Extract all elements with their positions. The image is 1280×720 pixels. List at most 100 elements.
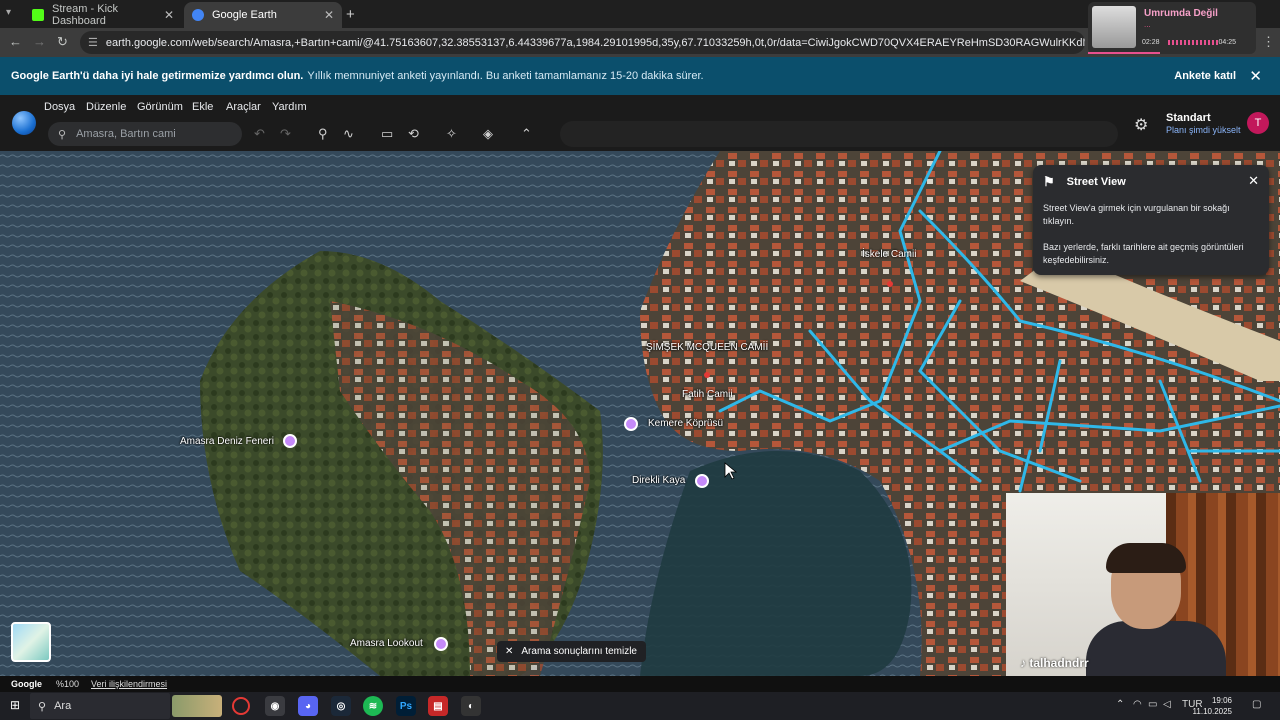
app-icon[interactable]: ▤ <box>428 696 448 716</box>
gear-icon[interactable]: ⚙ <box>1134 115 1148 135</box>
new-tab-icon[interactable]: + <box>346 6 355 23</box>
history-icon[interactable]: ⟲ <box>408 126 419 142</box>
network-icon[interactable]: ◠ <box>1133 699 1142 710</box>
avatar[interactable]: T <box>1247 112 1269 134</box>
poi-pin-icon[interactable] <box>283 434 297 448</box>
redo-icon[interactable]: ↷ <box>280 126 291 142</box>
survey-banner: Google Earth'ü daha iyi hale getirmemize… <box>0 57 1280 95</box>
close-tab-icon[interactable]: ✕ <box>324 8 334 22</box>
tab-search-icon[interactable]: ▾ <box>6 7 11 18</box>
media-popup[interactable]: Umrumda Değil ... 02:28 04:25 <box>1088 2 1256 54</box>
tab-google-earth[interactable]: Google Earth ✕ <box>184 2 342 28</box>
map-label-simsek-mcqueen-camii[interactable]: ŞİMŞEK MCQUEEN CAMİİ <box>646 342 768 353</box>
header-spacer <box>560 121 1118 147</box>
map-label-amasra-lookout[interactable]: Amasra Lookout <box>350 638 423 649</box>
close-icon[interactable]: ✕ <box>1249 67 1262 85</box>
tiktok-icon: ♪ <box>1020 656 1030 670</box>
search-icon: ⚲ <box>58 128 67 141</box>
opera-icon[interactable] <box>232 697 250 715</box>
battery-icon[interactable]: ▭ <box>1148 699 1157 710</box>
menu-edit[interactable]: Düzenle <box>86 101 126 113</box>
back-arrow-icon[interactable]: ← <box>9 34 22 49</box>
tray-overflow-icon[interactable]: ⌃ <box>1116 699 1124 710</box>
layers-icon[interactable]: ◈ <box>483 126 493 142</box>
kick-favicon-icon <box>32 9 44 21</box>
weather-widget[interactable] <box>172 695 222 717</box>
undo-icon[interactable]: ↶ <box>254 126 265 142</box>
menu-help[interactable]: Yardım <box>272 101 307 113</box>
reload-icon[interactable]: ↻ <box>57 34 68 50</box>
tab-title: Stream - Kick Dashboard <box>52 3 119 27</box>
tab-kick-dashboard[interactable]: Stream - Kick Dashboard ✕ <box>24 2 182 28</box>
upgrade-plan-link[interactable]: Planı şimdi yükselt <box>1166 125 1241 135</box>
taskbar-clock[interactable]: 19:06 11.10.2025 <box>1193 695 1232 717</box>
album-art <box>1092 6 1136 48</box>
url-field[interactable]: ☰ earth.google.com/web/search/Amasra,+Ba… <box>80 31 1085 54</box>
search-icon: ⚲ <box>38 700 47 713</box>
google-logo: Google <box>11 679 42 689</box>
tiktok-handle: ♪ talhadndrr <box>1020 656 1089 670</box>
discord-icon[interactable]: ◕ <box>298 696 318 716</box>
clock-date: 11.10.2025 <box>1192 707 1232 716</box>
steam-icon[interactable]: ◎ <box>331 696 351 716</box>
poi-pin-icon[interactable] <box>624 417 638 431</box>
chrome-icon[interactable]: ◉ <box>265 696 285 716</box>
tab-title: Google Earth <box>212 9 277 21</box>
media-time-current: 02:28 <box>1142 39 1160 46</box>
media-subtitle: ... <box>1144 20 1151 29</box>
obs-icon[interactable]: ◐ <box>461 696 481 716</box>
collapse-icon[interactable]: ⌃ <box>521 126 532 142</box>
street-view-hint: Street View'a girmek için vurgulanan bir… <box>1043 203 1230 226</box>
data-attribution-link[interactable]: Veri ilişkilendirmesi <box>91 679 167 689</box>
banner-text: Yıllık memnuniyet anketi yayınlandı. Bu … <box>307 70 704 82</box>
media-progress <box>1088 52 1160 54</box>
map-label-amasra-deniz-feneri[interactable]: Amasra Deniz Feneri <box>180 436 274 447</box>
taskbar-search[interactable]: ⚲ Ara <box>30 693 170 719</box>
street-view-panel: ⚑ Street View ✕ Street View'a girmek içi… <box>1033 165 1269 275</box>
waveform <box>1168 40 1218 45</box>
close-tab-icon[interactable]: ✕ <box>164 8 174 22</box>
close-icon: ✕ <box>505 646 514 657</box>
menu-view[interactable]: Görünüm <box>137 101 183 113</box>
menu-file[interactable]: Dosya <box>44 101 75 113</box>
media-title: Umrumda Değil <box>1144 8 1218 19</box>
tiktok-handle-text: talhadndrr <box>1029 656 1089 670</box>
path-icon[interactable]: ∿ <box>343 126 354 142</box>
map-label-direkli-kaya[interactable]: Direkli Kaya <box>632 475 685 486</box>
map-label-kemere-koprusu[interactable]: Kemere Köprüsü <box>648 418 723 429</box>
street-view-history-hint: Bazı yerlerde, farklı tarihlere ait geçm… <box>1043 242 1244 265</box>
clear-search-results-button[interactable]: ✕ Arama sonuçlarını temizle <box>497 641 646 662</box>
map-style-button[interactable] <box>11 622 51 662</box>
close-icon[interactable]: ✕ <box>1248 173 1259 189</box>
poi-pin-icon[interactable] <box>434 637 448 651</box>
browser-menu-icon[interactable]: ⋮ <box>1262 34 1275 50</box>
map-label-iskele-camii[interactable]: İskele Camii <box>862 249 916 260</box>
volume-icon[interactable]: ◁ <box>1163 699 1171 710</box>
forward-arrow-icon[interactable]: → <box>33 34 46 49</box>
survey-join-button[interactable]: Ankete katıl <box>1174 70 1236 82</box>
placemark-icon[interactable]: ⚲ <box>318 126 328 142</box>
pegman-icon: ⚑ <box>1043 174 1055 189</box>
menu-tools[interactable]: Araçlar <box>226 101 261 113</box>
clear-search-label: Arama sonuçlarını temizle <box>521 646 637 657</box>
tools-icon[interactable]: ✧ <box>446 126 457 142</box>
spotify-icon[interactable]: ≋ <box>363 696 383 716</box>
search-text: Amasra, Bartın cami <box>76 128 176 140</box>
search-input[interactable]: ⚲ Amasra, Bartın cami <box>48 122 242 146</box>
ruler-icon[interactable]: ▭ <box>381 126 393 142</box>
clock-time: 19:06 <box>1211 696 1232 705</box>
webcam-person-body <box>1086 621 1226 676</box>
poi-pin-icon[interactable] <box>695 474 709 488</box>
menu-add[interactable]: Ekle <box>192 101 213 113</box>
banner-bold-text: Google Earth'ü daha iyi hale getirmemize… <box>11 70 304 82</box>
map-label-fatih-camii[interactable]: Fatih Camii <box>682 389 733 400</box>
street-view-title: Street View <box>1066 176 1126 188</box>
photoshop-icon[interactable]: Ps <box>396 696 416 716</box>
site-settings-icon[interactable]: ☰ <box>88 36 98 49</box>
earth-favicon-icon <box>192 9 204 21</box>
earth-logo-icon[interactable] <box>12 111 36 135</box>
media-time-total: 04:25 <box>1218 39 1236 46</box>
windows-start-icon[interactable]: ⊞ <box>10 698 20 712</box>
notifications-icon[interactable]: ▢ <box>1252 699 1261 710</box>
webcam-person-hair <box>1106 543 1186 573</box>
